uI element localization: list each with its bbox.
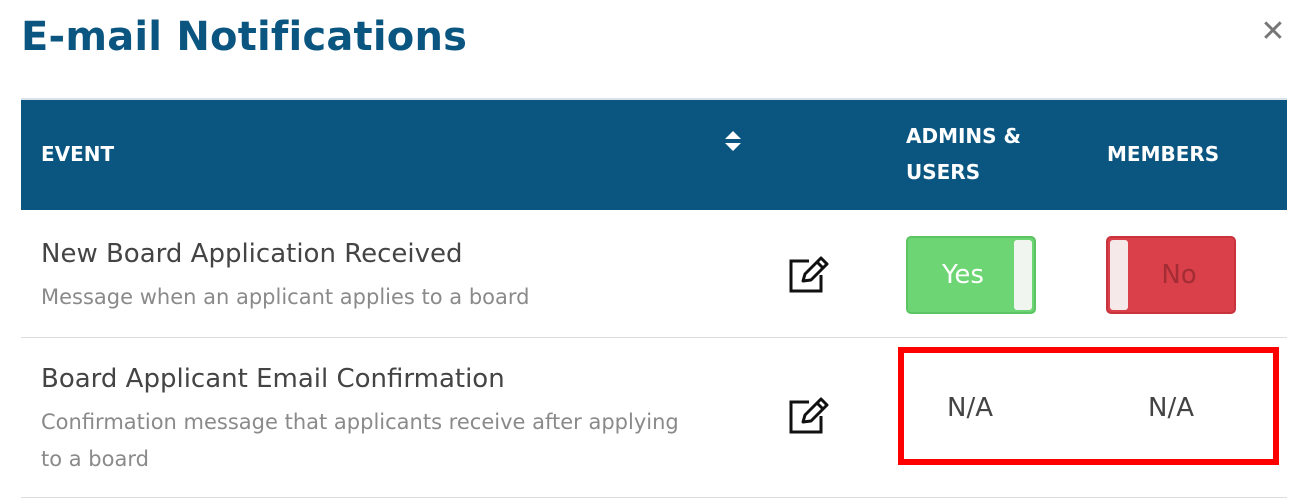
column-header-event[interactable]: EVENT [41, 136, 114, 172]
column-header-admins-users: ADMINS & USERS [906, 124, 1021, 184]
members-toggle[interactable]: No [1106, 236, 1236, 314]
column-header-members: MEMBERS [1107, 142, 1220, 166]
sort-icon[interactable] [723, 128, 743, 152]
event-description: Message when an applicant applies to a b… [41, 285, 530, 309]
toggle-label: Yes [942, 260, 984, 290]
page-title: E-mail Notifications [21, 14, 468, 60]
table-row: New Board Application Received Message w… [21, 213, 1287, 338]
toggle-knob [1014, 240, 1032, 310]
event-title: New Board Application Received [41, 239, 463, 269]
table-header: EVENT ADMINS & USERS MEMBERS [21, 98, 1287, 210]
highlight-box [898, 347, 1279, 465]
close-icon[interactable]: ✕ [1258, 14, 1288, 49]
toggle-label: No [1161, 260, 1197, 290]
edit-icon[interactable] [787, 396, 831, 436]
edit-icon[interactable] [787, 255, 831, 295]
admins-users-toggle[interactable]: Yes [906, 236, 1036, 314]
event-title: Board Applicant Email Confirmation [41, 364, 505, 394]
event-description: Confirmation message that applicants rec… [41, 410, 679, 471]
